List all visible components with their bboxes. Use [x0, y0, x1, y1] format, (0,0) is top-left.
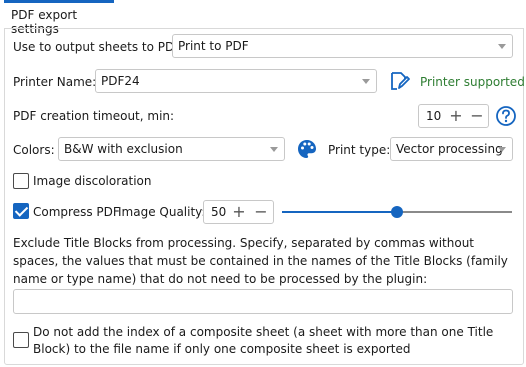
chevron-down-icon — [270, 147, 278, 152]
image-quality-stepper[interactable]: 50 + − — [203, 200, 274, 224]
timeout-stepper[interactable]: 10 + − — [418, 104, 489, 128]
minus-icon[interactable]: − — [252, 202, 270, 222]
image-discoloration-label: Image discoloration — [33, 174, 152, 188]
composite-index-label: Do not add the index of a composite shee… — [33, 325, 494, 356]
image-discoloration-checkbox[interactable] — [13, 173, 29, 189]
slider-filled-track — [282, 211, 397, 213]
plus-icon[interactable]: + — [447, 106, 465, 126]
exclude-title-blocks-input[interactable] — [13, 289, 513, 314]
help-icon[interactable] — [495, 105, 517, 127]
colors-label: Colors: — [13, 143, 55, 157]
tab-pdf-export-settings[interactable]: PDF export settings — [4, 0, 114, 36]
image-quality-label: Image Quality: — [118, 205, 206, 219]
print-type-select[interactable]: Vector processing — [390, 137, 513, 161]
colors-select[interactable]: B&W with exclusion — [58, 137, 285, 161]
exclude-title-blocks-description: Exclude Title Blocks from processing. Sp… — [13, 236, 508, 286]
composite-index-checkbox[interactable] — [13, 332, 29, 348]
minus-icon[interactable]: − — [468, 106, 486, 126]
edit-printer-icon[interactable] — [388, 70, 410, 92]
compress-pdf-label: Compress PDF — [33, 205, 120, 219]
pdf-export-settings-root: PDF export settings Use to output sheets… — [0, 0, 526, 367]
output-method-value: Print to PDF — [178, 39, 249, 53]
chevron-down-icon — [498, 44, 506, 49]
printer-status-text: Printer supported — [420, 75, 525, 89]
printer-name-select[interactable]: PDF24 — [95, 69, 377, 93]
chevron-down-icon — [362, 79, 370, 84]
print-type-label: Print type: — [328, 143, 391, 157]
printer-name-label: Printer Name: — [13, 75, 97, 89]
print-type-value: Vector processing — [396, 142, 503, 156]
timeout-label: PDF creation timeout, min: — [13, 109, 175, 123]
output-method-select[interactable]: Print to PDF — [172, 34, 513, 58]
slider-thumb[interactable] — [391, 206, 403, 218]
image-quality-value: 50 — [211, 205, 227, 219]
output-label: Use to output sheets to PDF: — [13, 40, 185, 54]
compress-pdf-checkbox[interactable] — [13, 203, 29, 219]
timeout-value: 10 — [426, 109, 442, 123]
palette-icon[interactable] — [296, 138, 318, 160]
image-quality-slider[interactable] — [282, 205, 512, 219]
plus-icon[interactable]: + — [230, 202, 248, 222]
chevron-down-icon — [498, 147, 506, 152]
slider-remaining-track — [397, 211, 512, 213]
colors-value: B&W with exclusion — [64, 142, 183, 156]
printer-name-value: PDF24 — [101, 74, 140, 88]
